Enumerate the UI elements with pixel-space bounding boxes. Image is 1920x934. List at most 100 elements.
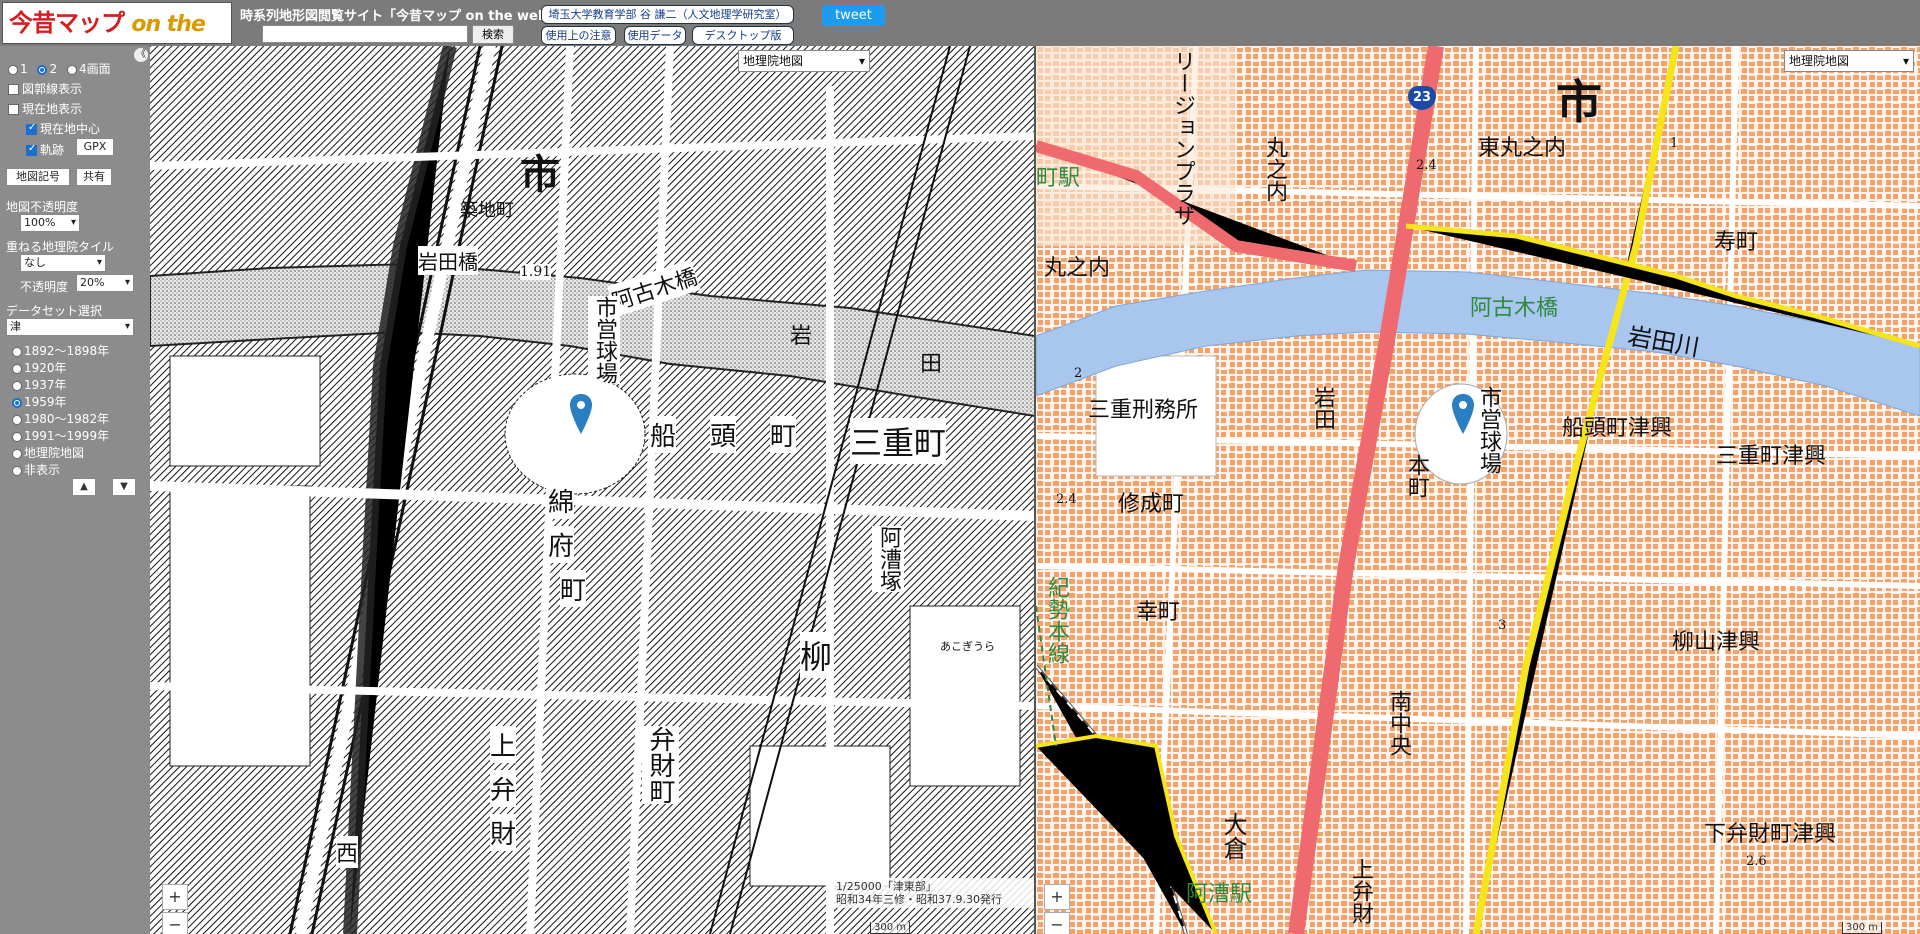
center-on-location-label: 現在地中心	[40, 122, 101, 136]
map-label-region-plaza: リージョンプラザ	[1170, 50, 1195, 226]
map-label-machi: 町	[770, 416, 797, 453]
map-label-machi-station: 町駅	[1036, 166, 1081, 191]
right-zoom-in-button[interactable]: +	[1044, 884, 1070, 910]
map-label-marunouchi: 丸之内	[1044, 256, 1111, 281]
era-option[interactable]: 1991～1999年	[12, 427, 109, 444]
gpx-button[interactable]: GPX	[76, 138, 114, 156]
map-label-ta: 田	[920, 352, 943, 377]
era-radio[interactable]	[12, 414, 22, 425]
grid-checkbox[interactable]	[8, 84, 19, 95]
center-on-location-checkbox[interactable]	[26, 122, 37, 135]
track-label: 軌跡	[40, 143, 65, 157]
map-label-nishi: 西	[336, 836, 359, 868]
dataset-select[interactable]: 津	[6, 318, 134, 336]
overlay-opacity-label: 不透明度	[20, 280, 69, 294]
era-radio[interactable]	[12, 431, 22, 442]
opacity-select[interactable]: 100%	[20, 214, 80, 232]
map-label-akogizuka: 阿漕塚	[872, 526, 904, 592]
map-label-stadium-right: 市営球場	[1476, 386, 1501, 474]
map-label-yanagiyama: 柳山津興	[1672, 630, 1761, 655]
era-option[interactable]: 1980～1982年	[12, 410, 109, 427]
era-down-button[interactable]: ▼	[112, 478, 136, 496]
right-scale-bar: 300 m	[1842, 922, 1883, 934]
era-up-button[interactable]: ▲	[72, 478, 96, 496]
map-label-zai: 財	[490, 814, 517, 851]
era-option[interactable]: 1937年	[12, 376, 67, 393]
location-pin-icon[interactable]	[570, 394, 592, 434]
map-label-akogiura: あこぎうら	[940, 638, 995, 654]
view-mode-group: 1 2 4画面	[8, 60, 111, 77]
era-radio[interactable]	[12, 363, 22, 374]
era-option[interactable]: 1892～1898年	[12, 342, 109, 359]
center-on-location-toggle[interactable]: 現在地中心	[26, 120, 100, 137]
map-label-funa: 船	[650, 416, 677, 453]
view-1-radio[interactable]	[8, 64, 18, 75]
era-label: 1892～1898年	[24, 344, 110, 358]
map-label-atama: 頭	[710, 416, 737, 453]
logo-text-jp: 今昔マップ	[9, 9, 125, 37]
era-radio[interactable]	[12, 397, 22, 408]
era-option[interactable]: 1959年	[12, 393, 67, 410]
era-label: 1991～1999年	[24, 429, 110, 443]
right-map-layer-select[interactable]: 地理院地図	[1784, 50, 1914, 72]
tweet-button[interactable]: tweet	[822, 5, 885, 26]
dataset-label: データセット選択	[6, 304, 103, 318]
app-header: 今昔マップ on the web 時系列地形図閲覧サイト「今昔マップ on th…	[0, 0, 1920, 79]
old-map-canvas	[150, 46, 1035, 934]
location-pin-icon-right[interactable]	[1452, 394, 1474, 434]
map-label-elev-5: 2	[1074, 366, 1083, 381]
view-4-radio[interactable]	[66, 64, 77, 75]
map-label-elev-3: 3	[1498, 618, 1507, 633]
collapse-panel-icon[interactable]: 《	[134, 48, 148, 62]
left-map-layer-select[interactable]: 地理院地図	[738, 50, 870, 72]
map-credit-sheet: 1/25000「津東部」	[836, 880, 937, 893]
search-button[interactable]: 検索	[472, 25, 514, 44]
left-zoom-out-button[interactable]: −	[162, 912, 188, 934]
overlay-select[interactable]: なし	[20, 254, 106, 272]
map-label-saiwai: 幸町	[1136, 600, 1181, 625]
usage-notes-link[interactable]: 使用上の注意	[541, 26, 616, 45]
map-label-elev-6: 1	[1670, 136, 1679, 151]
map-label-marunouchi-v: 丸之内	[1262, 136, 1287, 202]
grid-toggle[interactable]: 図郭線表示	[8, 80, 82, 97]
map-label-akogibashi-right: 阿古木橋	[1470, 296, 1559, 321]
overlay-opacity-select[interactable]: 20%	[76, 274, 134, 292]
left-zoom-in-button[interactable]: +	[162, 884, 188, 910]
desktop-version-link[interactable]: デスクトップ版	[692, 26, 794, 45]
map-label-minami-chuo: 南中央	[1386, 690, 1411, 756]
modern-map-pane[interactable]: 地理院地図 市 2 3 東丸之内 丸之内 丸之内 リージョンプラザ 寿町 阿古木橋…	[1036, 46, 1920, 934]
era-option[interactable]: 非表示	[12, 461, 60, 478]
current-location-toggle[interactable]: 現在地表示	[8, 100, 82, 117]
right-zoom-out-button[interactable]: −	[1044, 912, 1070, 934]
map-credit: 1/25000「津東部」 昭和34年三修・昭和37.9.30発行	[834, 878, 1034, 908]
era-option[interactable]: 地理院地図	[12, 444, 84, 461]
current-location-label: 現在地表示	[22, 102, 83, 116]
overlay-label: 重ねる地理院タイル	[6, 240, 115, 254]
map-label-wata: 綿	[548, 482, 575, 519]
era-label: 1920年	[24, 361, 67, 375]
data-sources-link[interactable]: 使用データ	[624, 26, 686, 45]
site-logo[interactable]: 今昔マップ on the web	[2, 2, 232, 79]
map-label-iwata: 岩田	[1310, 386, 1335, 430]
track-checkbox[interactable]	[26, 143, 37, 156]
search-input[interactable]	[262, 25, 468, 43]
map-label-shusei: 修成町	[1118, 492, 1185, 517]
era-radio[interactable]	[12, 465, 22, 476]
map-label-shimobenzai: 下弁財町津興	[1704, 822, 1837, 847]
track-toggle[interactable]: 軌跡	[26, 141, 64, 158]
view-2-radio[interactable]	[37, 64, 48, 75]
grid-label: 図郭線表示	[22, 82, 83, 96]
share-button[interactable]: 共有	[76, 168, 112, 186]
old-map-pane[interactable]: 地理院地図 市 築地町 岩田橋 阿古木橋 岩 田 船 頭 町 三重町 市営球場 …	[150, 46, 1035, 934]
map-label-okura: 大倉	[1219, 812, 1247, 860]
author-link[interactable]: 埼玉大学教育学部 谷 謙二（人文地理学研究室）	[541, 5, 794, 24]
map-symbols-button[interactable]: 地図記号	[6, 168, 70, 186]
era-radio[interactable]	[12, 448, 22, 459]
era-radio[interactable]	[12, 380, 22, 391]
map-label-benzai: 弁財町	[642, 726, 679, 804]
view-4-label: 4画面	[78, 62, 111, 76]
era-option[interactable]: 1920年	[12, 359, 67, 376]
current-location-checkbox[interactable]	[8, 104, 19, 115]
era-radio[interactable]	[12, 346, 22, 357]
map-label-kami: 上	[490, 726, 517, 763]
